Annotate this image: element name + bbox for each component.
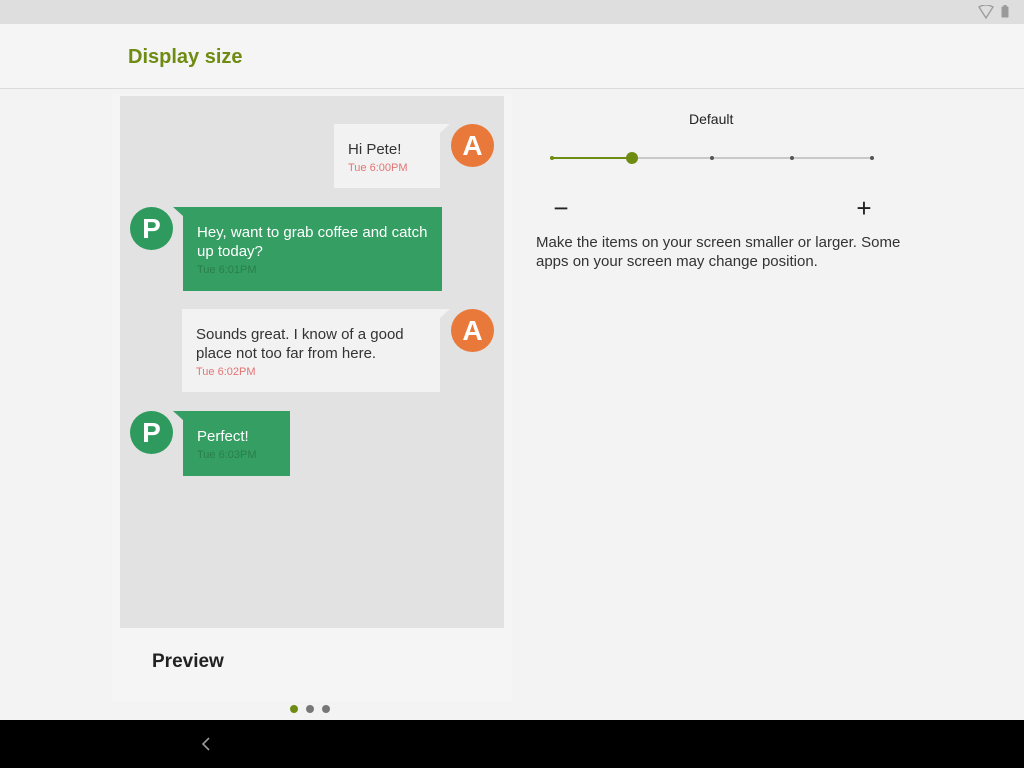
message-bubble: Hi Pete! Tue 6:00PM — [334, 124, 440, 188]
slider-tick[interactable] — [710, 156, 714, 160]
message-time: Tue 6:03PM — [197, 449, 257, 461]
preview-area: Hi Pete! Tue 6:00PM A P Hey, want to gra… — [120, 96, 504, 628]
page-dot[interactable] — [290, 705, 298, 713]
bubble-tail — [173, 411, 183, 420]
message-time: Tue 6:01PM — [197, 264, 257, 276]
slider-tick[interactable] — [790, 156, 794, 160]
message-bubble: Hey, want to grab coffee and catch up to… — [183, 207, 442, 291]
message-time: Tue 6:02PM — [196, 366, 256, 378]
bubble-tail — [440, 309, 450, 318]
message-bubble: Perfect! Tue 6:03PM — [183, 411, 290, 476]
bubble-tail — [440, 124, 450, 133]
status-bar — [0, 0, 1024, 24]
preview-card[interactable]: Hi Pete! Tue 6:00PM A P Hey, want to gra… — [112, 95, 512, 701]
display-size-slider[interactable] — [548, 148, 878, 168]
slider-tick[interactable] — [550, 156, 554, 160]
message-time: Tue 6:00PM — [348, 162, 408, 174]
message-text: Hey, want to grab coffee and catch up to… — [197, 224, 428, 260]
avatar: A — [451, 309, 494, 352]
avatar: P — [130, 411, 173, 454]
message-text: Hi Pete! — [348, 141, 402, 158]
page-title: Display size — [128, 46, 243, 68]
avatar: A — [451, 124, 494, 167]
avatar: P — [130, 207, 173, 250]
preview-label: Preview — [152, 651, 224, 672]
increase-size-button[interactable]: + — [849, 193, 879, 223]
page-dot[interactable] — [306, 705, 314, 713]
slider-thumb[interactable] — [626, 152, 638, 164]
page-indicator — [290, 705, 330, 715]
wifi-icon — [978, 5, 994, 19]
battery-icon — [1001, 5, 1009, 18]
message-text: Sounds great. I know of a good place not… — [196, 326, 404, 362]
page-dot[interactable] — [322, 705, 330, 713]
decrease-size-button[interactable]: − — [546, 193, 576, 223]
message-bubble: Sounds great. I know of a good place not… — [182, 309, 440, 392]
slider-tick[interactable] — [870, 156, 874, 160]
size-label: Default — [689, 111, 734, 127]
size-description: Make the items on your screen smaller or… — [536, 234, 901, 270]
navigation-bar — [0, 720, 1024, 768]
back-icon[interactable] — [196, 734, 216, 754]
bubble-tail — [173, 207, 183, 216]
content: Hi Pete! Tue 6:00PM A P Hey, want to gra… — [0, 89, 1024, 720]
message-text: Perfect! — [197, 428, 249, 445]
app-bar: Display size — [0, 24, 1024, 89]
